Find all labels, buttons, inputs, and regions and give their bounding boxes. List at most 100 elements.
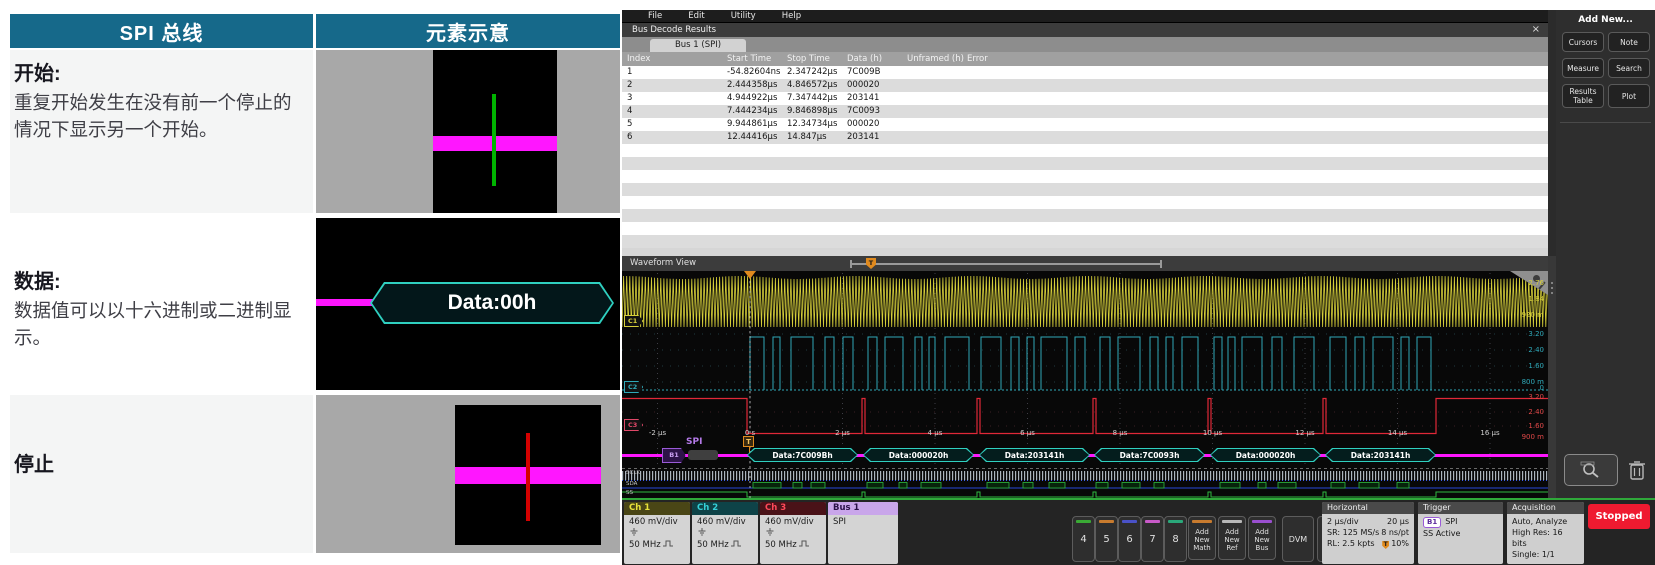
- bus-data-frame-label: Data:000020h: [864, 449, 973, 461]
- results-cell: 12.34734µs: [787, 118, 845, 131]
- zoom-tool-button[interactable]: [1564, 454, 1618, 486]
- results-cell: [907, 105, 965, 118]
- channel-scale: 460 mV/div: [765, 517, 826, 528]
- results-row[interactable]: 22.444358µs4.846572µs000020: [622, 79, 1548, 92]
- channel-button-6[interactable]: 6: [1118, 516, 1141, 562]
- add-new-buttons: CursorsNoteMeasureSearchResults TablePlo…: [1562, 32, 1650, 108]
- results-row[interactable]: [622, 157, 1548, 170]
- channel-badge-header: Ch 3: [760, 502, 826, 515]
- menu-item-utility[interactable]: Utility: [731, 11, 756, 21]
- channel-button-4[interactable]: 4: [1072, 516, 1095, 562]
- results-cell: 14.847µs: [787, 131, 845, 144]
- trigger-position-mini-icon: T: [1382, 541, 1389, 549]
- time-axis-label: 10 µs: [1193, 429, 1233, 437]
- sidebar-button-search[interactable]: Search: [1608, 58, 1650, 78]
- stopped-button[interactable]: Stopped: [1588, 504, 1650, 529]
- bandwidth-icon: [799, 540, 809, 550]
- channel-button-7[interactable]: 7: [1141, 516, 1164, 562]
- results-cell: 4: [627, 105, 722, 118]
- acquisition-panel[interactable]: AcquisitionAuto, AnalyzeHigh Res: 16 bit…: [1507, 502, 1584, 564]
- menu-item-help[interactable]: Help: [782, 11, 801, 21]
- tab-bus1-spi[interactable]: Bus 1 (SPI): [650, 39, 746, 52]
- sidebar-button-note[interactable]: Note: [1608, 32, 1650, 52]
- scale-label: 2.40: [1504, 408, 1544, 416]
- button-add-new-math[interactable]: Add New Math: [1188, 516, 1216, 560]
- channel-scale: SPI: [833, 517, 898, 528]
- close-icon[interactable]: ×: [1532, 23, 1540, 37]
- results-row[interactable]: [622, 209, 1548, 222]
- channel-badge-body: SPI: [828, 515, 898, 528]
- trigger-flag-icon[interactable]: T: [743, 436, 754, 447]
- button-add-new-ref[interactable]: Add New Ref: [1218, 516, 1246, 560]
- waveform-title: Waveform View: [630, 256, 696, 271]
- sidebar-button-results-table[interactable]: Results Table: [1562, 84, 1604, 108]
- panel-splitter[interactable]: [1548, 256, 1556, 498]
- acquisition-panel-body: Auto, AnalyzeHigh Res: 16 bitsSingle: 1/…: [1507, 514, 1584, 562]
- horizontal-panel[interactable]: Horizontal2 µs/div20 µsSR: 125 MS/s8 ns/…: [1322, 502, 1414, 564]
- bandwidth-icon: [731, 540, 741, 550]
- results-row[interactable]: [622, 144, 1548, 157]
- col-header-element-illustration: 元素示意: [316, 14, 620, 48]
- results-row[interactable]: 34.944922µs7.347442µs203141: [622, 92, 1548, 105]
- bus-data-frame: Data:000020h: [1210, 448, 1321, 462]
- channel-button-8[interactable]: 8: [1164, 516, 1187, 562]
- bus1-badge[interactable]: B1: [662, 448, 686, 463]
- time-axis-label: 12 µs: [1285, 429, 1325, 437]
- menu-bar: File Edit Utility Help: [622, 10, 1548, 23]
- bus-data-frame-label: Data:7C009Bh: [748, 449, 857, 461]
- add-color-stripe: [1192, 520, 1212, 523]
- sidebar-button-measure[interactable]: Measure: [1562, 58, 1604, 78]
- acquisition-line: Single: 1/1: [1512, 549, 1579, 560]
- row-data-title: 数据:: [14, 268, 305, 296]
- results-row[interactable]: [622, 183, 1548, 196]
- results-cell: [907, 131, 965, 144]
- channel-badge-ch2[interactable]: Ch 2460 mV/div50 MHz: [692, 502, 758, 564]
- channel-badge-bus1[interactable]: Bus 1SPI: [828, 502, 898, 564]
- results-row[interactable]: 59.944861µs12.34734µs000020: [622, 118, 1548, 131]
- results-row[interactable]: [622, 222, 1548, 235]
- results-row[interactable]: [622, 196, 1548, 209]
- button-dvm[interactable]: DVM: [1282, 516, 1314, 562]
- pan-zoom-track[interactable]: [850, 263, 1162, 265]
- trigger-position-icon[interactable]: [744, 271, 756, 279]
- channel-scale: 460 mV/div: [697, 517, 758, 528]
- channel-bandwidth: 50 MHz: [697, 540, 758, 551]
- results-cell: 3: [627, 92, 722, 105]
- results-row[interactable]: 1-54.82604ns2.347242µs7C009B: [622, 66, 1548, 79]
- bus-handle[interactable]: [688, 450, 718, 460]
- channel-button-5[interactable]: 5: [1095, 516, 1118, 562]
- waveform-plot[interactable]: SPI B1 T 2.761.84920 m3.202.401.60800 m0…: [622, 271, 1548, 498]
- bus-decode-results-window: Bus Decode Results × Bus 1 (SPI) IndexSt…: [622, 23, 1548, 248]
- sidebar-button-cursors[interactable]: Cursors: [1562, 32, 1604, 52]
- horizontal-row: 2 µs/div20 µs: [1327, 516, 1409, 527]
- results-tab-strip: Bus 1 (SPI): [622, 37, 1548, 52]
- menu-item-edit[interactable]: Edit: [688, 11, 704, 21]
- sidebar-button-plot[interactable]: Plot: [1608, 84, 1650, 108]
- results-row[interactable]: 47.444234µs9.846898µs7C0093: [622, 105, 1548, 118]
- channel-color-stripe: [1168, 520, 1183, 523]
- channel-badge-header: Ch 1: [624, 502, 690, 515]
- results-row[interactable]: 612.44416µs14.847µs203141: [622, 131, 1548, 144]
- menu-item-file[interactable]: File: [648, 11, 662, 21]
- trash-icon[interactable]: [1624, 456, 1650, 484]
- row-start-illustration: [316, 50, 620, 213]
- channel-color-stripe: [1076, 520, 1091, 523]
- button-add-new-bus[interactable]: Add New Bus: [1248, 516, 1276, 560]
- channel-badge-ch1[interactable]: Ch 1460 mV/div50 MHz: [624, 502, 690, 564]
- waveform-view: Waveform View T SPI B1 T 2.761.84920 m3.…: [622, 256, 1548, 498]
- acquisition-line: High Res: 16 bits: [1512, 527, 1579, 549]
- trigger-mode: SS Active: [1423, 528, 1498, 539]
- results-cell: 7C009B: [847, 66, 905, 79]
- results-cell: 4.846572µs: [787, 79, 845, 92]
- scale-label: 2.40: [1504, 346, 1544, 354]
- row-start-title: 开始:: [14, 60, 305, 88]
- trigger-nav-marker[interactable]: T: [866, 258, 876, 269]
- trigger-panel[interactable]: TriggerB1SPISS Active: [1418, 502, 1503, 564]
- column-header: Error: [967, 52, 1537, 66]
- time-axis-label: -2 µs: [638, 429, 678, 437]
- results-cell: [907, 79, 965, 92]
- results-row[interactable]: [622, 170, 1548, 183]
- column-header: Start Time: [727, 52, 785, 66]
- results-row[interactable]: [622, 235, 1548, 248]
- channel-badge-ch3[interactable]: Ch 3460 mV/div50 MHz: [760, 502, 826, 564]
